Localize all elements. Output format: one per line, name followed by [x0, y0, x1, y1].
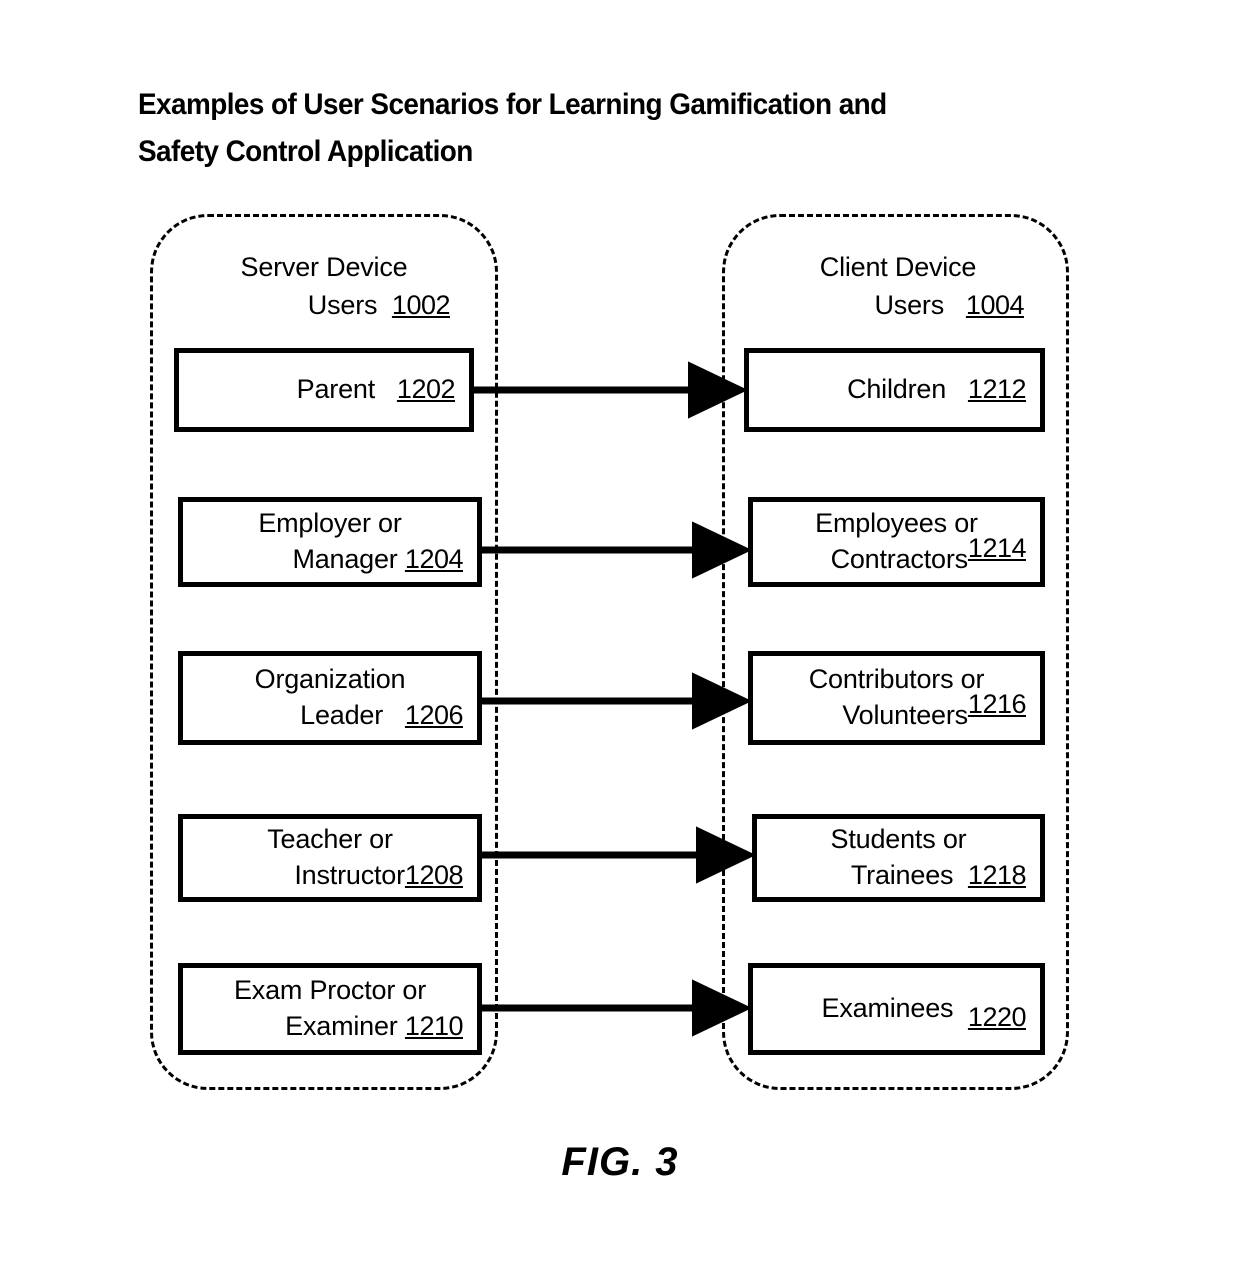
- figure-caption: FIG. 3: [561, 1140, 679, 1184]
- role-box-contributors-line-2: Volunteers1216: [842, 689, 1026, 730]
- client-group-heading-line-2: Users 1004: [874, 290, 1025, 321]
- role-box-organization-line-1: Organization: [254, 664, 406, 695]
- role-box-employer-line-2: Manager 1204: [292, 544, 464, 574]
- role-box-employees-line-2: Contractors1214: [830, 533, 1027, 574]
- role-box-contributors-ref: 1216: [967, 689, 1027, 719]
- role-box-employees-ref: 1214: [967, 533, 1027, 563]
- role-box-parent-label: Parent 1202: [296, 374, 456, 405]
- role-box-children[interactable]: Children 1212: [744, 348, 1045, 432]
- role-box-children-ref: 1212: [967, 374, 1027, 405]
- role-box-children-label: Children 1212: [847, 374, 1027, 405]
- figure-title-line-1: Examples of User Scenarios for Learning …: [138, 88, 887, 121]
- role-box-students-line-1: Students or: [830, 824, 967, 855]
- role-box-examinees-label: Examinees 1220: [821, 993, 1027, 1033]
- role-box-organization-line-2: Leader 1206: [300, 700, 464, 730]
- figure-title: Examples of User Scenarios for Learning …: [138, 82, 1012, 175]
- role-box-teacher-or-instructor[interactable]: Teacher or Instructor1208: [178, 814, 482, 902]
- role-box-contributors-or-volunteers[interactable]: Contributors or Volunteers1216: [748, 651, 1045, 745]
- role-box-organization-leader[interactable]: Organization Leader 1206: [178, 651, 482, 745]
- role-box-students-ref: 1218: [967, 860, 1027, 890]
- role-box-examiner-ref: 1210: [404, 1011, 464, 1041]
- client-group-ref: 1004: [965, 290, 1025, 321]
- role-box-students-line-2: Trainees 1218: [850, 860, 1027, 890]
- server-group-heading-line-1: Server Device: [240, 252, 408, 282]
- role-box-examiner-line-1: Exam Proctor or: [233, 975, 427, 1006]
- role-box-students-or-trainees[interactable]: Students or Trainees 1218: [752, 814, 1045, 902]
- role-box-employer-ref: 1204: [404, 544, 464, 574]
- client-group-heading: Client Device Users 1004: [760, 248, 1036, 325]
- role-box-teacher-line-1: Teacher or: [267, 824, 393, 855]
- role-box-examinees-ref: 1220: [967, 1002, 1027, 1033]
- role-box-organization-ref: 1206: [404, 700, 464, 730]
- role-box-employees-or-contractors[interactable]: Employees or Contractors1214: [748, 497, 1045, 587]
- role-box-parent[interactable]: Parent 1202: [174, 348, 474, 432]
- client-group-heading-line-1: Client Device: [819, 252, 977, 282]
- role-box-employer-line-1: Employer or: [258, 508, 402, 539]
- figure-title-line-2: Safety Control Application: [138, 134, 473, 168]
- role-box-exam-proctor-or-examiner[interactable]: Exam Proctor or Examiner 1210: [178, 963, 482, 1055]
- role-box-employer-or-manager[interactable]: Employer or Manager 1204: [178, 497, 482, 587]
- server-group-heading: Server Device Users 1002: [186, 248, 462, 325]
- role-box-examiner-line-2: Examiner 1210: [285, 1011, 464, 1041]
- role-box-examinees[interactable]: Examinees 1220: [748, 963, 1045, 1055]
- server-group-ref: 1002: [391, 290, 451, 321]
- role-box-teacher-ref: 1208: [404, 860, 464, 890]
- server-group-heading-line-2: Users 1002: [307, 290, 451, 321]
- role-box-parent-ref: 1202: [396, 374, 456, 405]
- role-box-teacher-line-2: Instructor1208: [294, 860, 464, 890]
